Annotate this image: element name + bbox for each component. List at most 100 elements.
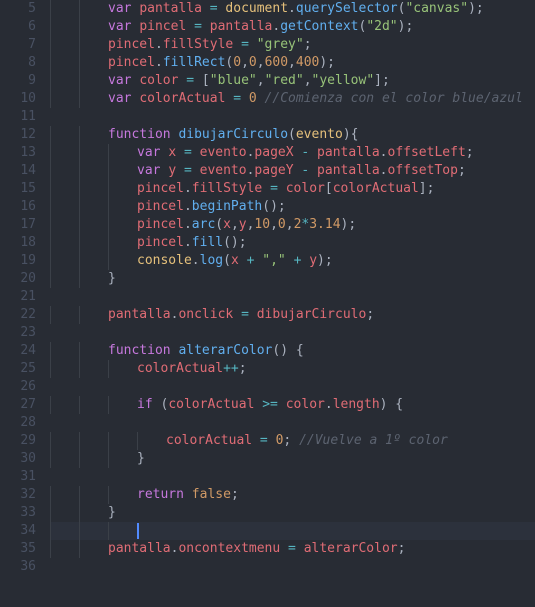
token-p: ; <box>366 307 374 322</box>
code-line[interactable]: console.log(x + "," + y); <box>50 252 535 270</box>
code-line[interactable]: var color = ["blue","red","yellow"]; <box>50 72 535 90</box>
token-n: 10 <box>254 217 270 232</box>
line-number: 22 <box>0 306 36 324</box>
token-d: pantalla <box>210 19 273 34</box>
token-o: = <box>288 541 296 556</box>
token-fd: dibujarCirculo <box>178 127 288 142</box>
token-d: colorActual <box>333 181 419 196</box>
token-p: ; <box>239 361 247 376</box>
token-d: colorActual <box>166 433 252 448</box>
token-p <box>176 163 184 178</box>
code-line[interactable]: } <box>50 504 535 522</box>
code-line[interactable]: colorActual = 0; //Vuelve a 1º color <box>50 432 535 450</box>
code-line[interactable]: pincel.fillStyle = "grey"; <box>50 36 535 54</box>
code-line[interactable]: var y = evento.pageY - pantalla.offsetTo… <box>50 162 535 180</box>
token-p <box>280 541 288 556</box>
code-line[interactable] <box>50 324 535 342</box>
code-line[interactable]: function dibujarCirculo(evento){ <box>50 126 535 144</box>
token-p <box>233 37 241 52</box>
line-number: 5 <box>0 0 36 18</box>
line-number: 13 <box>0 144 36 162</box>
token-p <box>257 91 265 106</box>
token-o: = <box>184 145 192 160</box>
token-d: offsetTop <box>388 163 458 178</box>
token-p <box>278 397 286 412</box>
code-line[interactable] <box>50 378 535 396</box>
code-line[interactable] <box>50 468 535 486</box>
code-editor[interactable]: 5678910111213141516171819202122232425262… <box>0 0 535 607</box>
token-p <box>241 91 249 106</box>
token-p: , <box>257 55 265 70</box>
token-p: ); <box>317 253 333 268</box>
token-s: "grey" <box>257 37 304 52</box>
code-line[interactable]: pantalla.onclick = dibujarCirculo; <box>50 306 535 324</box>
code-line[interactable] <box>50 108 535 126</box>
code-line[interactable]: colorActual++; <box>50 360 535 378</box>
code-line[interactable]: pincel.beginPath(); <box>50 198 535 216</box>
code-line[interactable]: var x = evento.pageX - pantalla.offsetLe… <box>50 144 535 162</box>
code-line[interactable] <box>50 288 535 306</box>
code-line[interactable]: pincel.fillRect(0,0,600,400); <box>50 54 535 72</box>
token-o: = <box>233 91 241 106</box>
token-p: ( <box>223 253 231 268</box>
line-number: 35 <box>0 540 36 558</box>
code-line[interactable] <box>50 414 535 432</box>
token-p: ); <box>398 19 414 34</box>
line-number: 19 <box>0 252 36 270</box>
token-d: colorActual <box>168 397 254 412</box>
token-d: pantalla <box>139 1 202 16</box>
code-line[interactable] <box>50 522 535 540</box>
token-n: 0 <box>278 217 286 232</box>
code-line[interactable]: pincel.fillStyle = color[colorActual]; <box>50 180 535 198</box>
token-p: , <box>304 73 312 88</box>
token-d: pantalla <box>108 541 171 556</box>
token-p: . <box>155 37 163 52</box>
token-p: (); <box>223 235 246 250</box>
code-line[interactable]: } <box>50 450 535 468</box>
text-cursor <box>137 523 139 539</box>
token-p: , <box>241 55 249 70</box>
token-p: ){ <box>343 127 359 142</box>
token-p: . <box>184 199 192 214</box>
token-p <box>286 253 294 268</box>
token-pa: document <box>225 1 288 16</box>
line-number: 16 <box>0 198 36 216</box>
code-line[interactable]: function alterarColor() { <box>50 342 535 360</box>
token-p: } <box>108 505 116 520</box>
code-area[interactable]: var pantalla = document.querySelector("c… <box>50 0 535 607</box>
token-p: } <box>108 271 116 286</box>
code-line[interactable]: if (colorActual >= color.length) { <box>50 396 535 414</box>
code-line[interactable]: } <box>50 270 535 288</box>
line-number: 14 <box>0 162 36 180</box>
token-d: pageY <box>254 163 293 178</box>
line-number: 33 <box>0 504 36 522</box>
token-p <box>249 307 257 322</box>
code-line[interactable]: var colorActual = 0 //Comienza con el co… <box>50 90 535 108</box>
token-p: } <box>137 451 145 466</box>
line-number-gutter: 5678910111213141516171819202122232425262… <box>0 0 50 607</box>
code-line[interactable] <box>50 558 535 576</box>
code-line[interactable]: pincel.arc(x,y,10,0,2*3.14); <box>50 216 535 234</box>
token-p: (); <box>262 199 285 214</box>
token-d: pincel <box>108 37 155 52</box>
token-p: ) { <box>380 397 403 412</box>
token-c: //Comienza con el color blue/azul <box>265 91 523 106</box>
token-d: color <box>139 73 178 88</box>
token-p: . <box>192 253 200 268</box>
code-line[interactable]: return false; <box>50 486 535 504</box>
token-n: 3.14 <box>309 217 340 232</box>
line-number: 32 <box>0 486 36 504</box>
token-k: var <box>108 91 131 106</box>
code-line[interactable]: pincel.fill(); <box>50 234 535 252</box>
token-k: var <box>108 73 131 88</box>
line-number: 26 <box>0 378 36 396</box>
line-number: 10 <box>0 90 36 108</box>
code-line[interactable]: var pincel = pantalla.getContext("2d"); <box>50 18 535 36</box>
line-number: 24 <box>0 342 36 360</box>
code-line[interactable]: pantalla.oncontextmenu = alterarColor; <box>50 540 535 558</box>
token-o: = <box>260 433 268 448</box>
token-o: >= <box>262 397 278 412</box>
token-o: = <box>270 181 278 196</box>
token-fn: beginPath <box>192 199 262 214</box>
code-line[interactable]: var pantalla = document.querySelector("c… <box>50 0 535 18</box>
